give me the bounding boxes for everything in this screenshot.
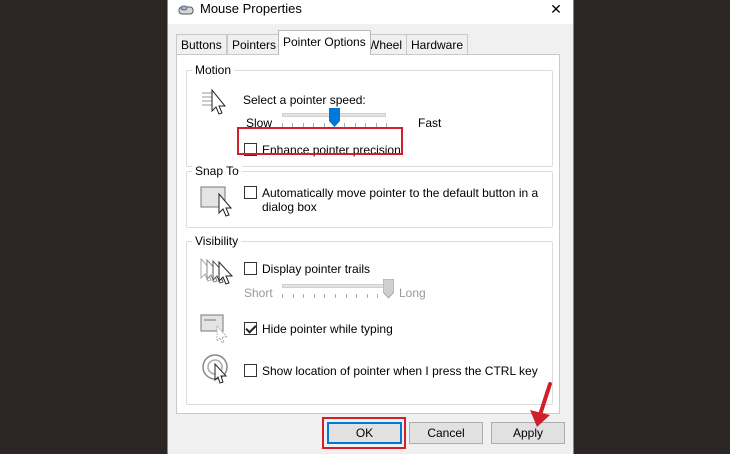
pointer-options-panel: Motion Select a pointer speed: Slow Fast… <box>176 54 560 414</box>
snap-to-button-icon <box>200 186 233 217</box>
mouse-properties-window: Mouse Properties ✕ Buttons Pointers Poin… <box>167 0 574 454</box>
tab-hardware[interactable]: Hardware <box>406 34 469 54</box>
close-icon: ✕ <box>550 0 562 17</box>
visibility-legend: Visibility <box>192 234 242 248</box>
speed-fast-label: Fast <box>418 116 442 130</box>
highlight-box-ok <box>322 417 406 449</box>
hide-pointer-checkbox[interactable] <box>244 322 257 335</box>
trails-slider-track[interactable] <box>282 284 388 288</box>
trails-slider-thumb[interactable] <box>382 279 394 299</box>
slider-tick <box>345 294 347 298</box>
motion-legend: Motion <box>192 63 235 77</box>
title-bar: Mouse Properties ✕ <box>168 0 573 24</box>
pointer-trails-checkbox[interactable] <box>244 262 257 275</box>
snap-to-checkbox[interactable] <box>244 186 257 199</box>
slider-tick <box>282 294 283 298</box>
visibility-group: Visibility Display pointer trails Short … <box>186 234 553 405</box>
window-title: Mouse Properties <box>200 1 302 16</box>
slider-tick <box>356 294 358 298</box>
slider-tick <box>292 294 294 298</box>
tab-pointers[interactable]: Pointers <box>227 34 282 54</box>
pointer-speed-label: Select a pointer speed: <box>243 93 366 107</box>
speed-slider-thumb[interactable] <box>328 108 340 128</box>
red-arrow-icon <box>530 382 552 427</box>
slider-tick <box>366 294 368 298</box>
locate-pointer-icon <box>202 354 228 384</box>
pointer-trails-label: Display pointer trails <box>262 262 371 276</box>
hide-pointer-icon <box>200 314 229 344</box>
locate-pointer-label: Show location of pointer when I press th… <box>262 364 538 378</box>
slider-tick <box>324 294 326 298</box>
cancel-button[interactable]: Cancel <box>409 422 483 444</box>
slider-tick <box>303 294 305 298</box>
pointer-trails-icon <box>200 257 234 285</box>
snap-to-group: Snap To Automatically move pointer to th… <box>186 164 553 228</box>
mouse-icon <box>178 5 194 15</box>
slider-tick <box>313 294 315 298</box>
slider-tick <box>377 294 379 298</box>
pointer-speed-icon <box>202 88 227 115</box>
snap-to-label-line1: Automatically move pointer to the defaul… <box>262 186 539 200</box>
slider-tick <box>335 294 336 298</box>
snap-to-label-line2: dialog box <box>262 200 317 214</box>
tab-pointer-options[interactable]: Pointer Options <box>278 30 371 55</box>
tab-buttons[interactable]: Buttons <box>176 34 227 54</box>
highlight-box-precision <box>237 127 403 155</box>
trails-short-label: Short <box>244 286 273 300</box>
close-button[interactable]: ✕ <box>539 0 573 24</box>
trails-long-label: Long <box>399 286 426 300</box>
locate-pointer-checkbox[interactable] <box>244 364 257 377</box>
hide-pointer-label: Hide pointer while typing <box>262 322 393 336</box>
snap-to-legend: Snap To <box>192 164 242 178</box>
